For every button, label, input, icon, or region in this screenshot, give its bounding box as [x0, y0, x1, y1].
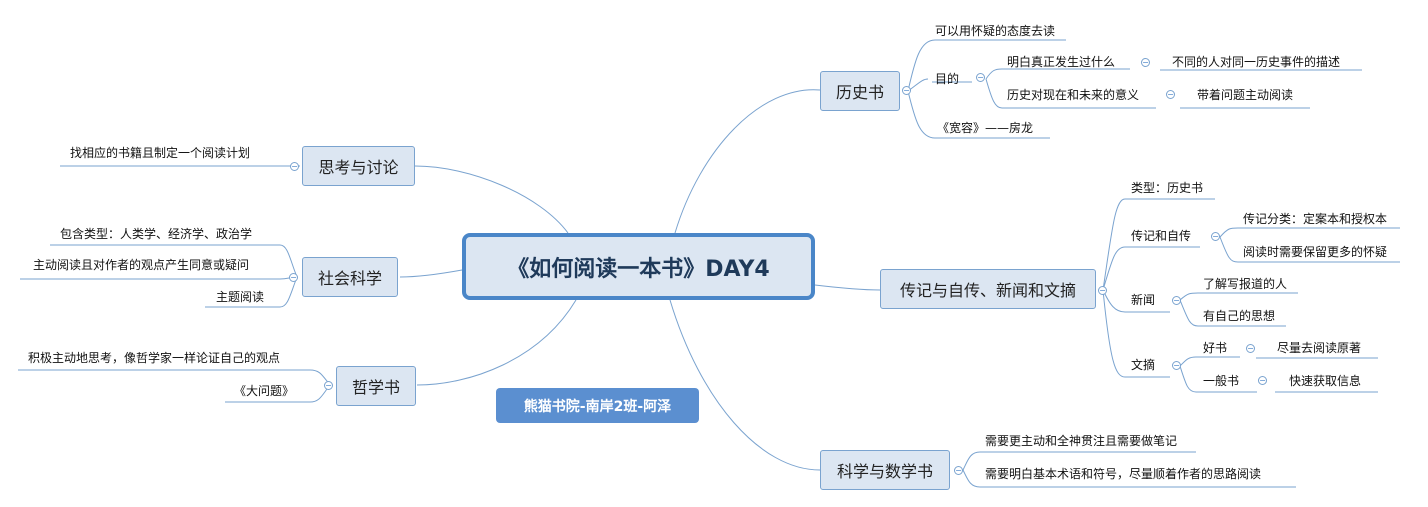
purpose-meaning[interactable]: 历史对现在和未来的意义	[1007, 88, 1139, 102]
topic-science-math[interactable]: 科学与数学书	[820, 450, 950, 490]
news-know-reporter[interactable]: 了解写报道的人	[1203, 277, 1287, 291]
thinking-reading-plan[interactable]: 找相应的书籍且制定一个阅读计划	[70, 146, 250, 160]
collapse-toggle-social[interactable]: −	[289, 273, 298, 282]
science-understand-terms[interactable]: 需要明白基本术语和符号，尽量顺着作者的思路阅读	[985, 467, 1261, 481]
collapse-toggle-news[interactable]: −	[1172, 296, 1181, 305]
topic-philosophy[interactable]: 哲学书	[336, 366, 416, 406]
topic-thinking-discussion[interactable]: 思考与讨论	[302, 146, 415, 186]
history-purpose[interactable]: 目的	[935, 72, 959, 86]
news-own-thoughts[interactable]: 有自己的思想	[1203, 309, 1275, 323]
collapse-toggle-digest[interactable]: −	[1172, 361, 1181, 370]
history-example-book[interactable]: 《宽容》——房龙	[937, 121, 1033, 135]
philosophy-big-questions[interactable]: 《大问题》	[234, 384, 294, 398]
collapse-toggle-history[interactable]: −	[902, 86, 911, 95]
central-topic[interactable]: 《如何阅读一本书》DAY4	[462, 233, 815, 300]
bio-skepticism[interactable]: 阅读时需要保留更多的怀疑	[1243, 245, 1387, 259]
collapse-toggle-purpose-1[interactable]: −	[1141, 58, 1150, 67]
history-attitude[interactable]: 可以用怀疑的态度去读	[935, 24, 1055, 38]
social-agree-or-question[interactable]: 主动阅读且对作者的观点产生同意或疑问	[33, 258, 249, 272]
collapse-toggle-philosophy[interactable]: −	[324, 381, 333, 390]
science-take-notes[interactable]: 需要更主动和全神贯注且需要做笔记	[985, 434, 1177, 448]
biography-digest[interactable]: 文摘	[1131, 358, 1155, 372]
good-read-original[interactable]: 尽量去阅读原著	[1277, 341, 1361, 355]
social-types[interactable]: 包含类型：人类学、经济学、政治学	[60, 227, 252, 241]
social-syntopical-reading[interactable]: 主题阅读	[216, 290, 264, 304]
philosophy-think-actively[interactable]: 积极主动地思考，像哲学家一样论证自己的观点	[28, 351, 280, 365]
topic-biography-news-digest[interactable]: 传记与自传、新闻和文摘	[880, 269, 1096, 309]
purpose-active-reading[interactable]: 带着问题主动阅读	[1197, 88, 1293, 102]
collapse-toggle-thinking[interactable]: −	[290, 162, 299, 171]
topic-social-science[interactable]: 社会科学	[302, 257, 398, 297]
normal-quick-info[interactable]: 快速获取信息	[1289, 374, 1361, 388]
bio-classification[interactable]: 传记分类：定案本和授权本	[1243, 212, 1387, 226]
collapse-toggle-good[interactable]: −	[1246, 344, 1255, 353]
biography-bio[interactable]: 传记和自传	[1131, 229, 1191, 243]
collapse-toggle-bio[interactable]: −	[1211, 232, 1220, 241]
biography-news[interactable]: 新闻	[1131, 293, 1155, 307]
collapse-toggle-purpose[interactable]: −	[976, 73, 985, 82]
digest-good-book[interactable]: 好书	[1203, 341, 1227, 355]
author-badge: 熊猫书院-南岸2班-阿泽	[496, 388, 699, 423]
collapse-toggle-science[interactable]: −	[954, 466, 963, 475]
collapse-toggle-purpose-2[interactable]: −	[1166, 90, 1175, 99]
purpose-what-happened[interactable]: 明白真正发生过什么	[1007, 55, 1115, 69]
digest-normal-book[interactable]: 一般书	[1203, 374, 1239, 388]
collapse-toggle-biography[interactable]: −	[1098, 286, 1107, 295]
collapse-toggle-normal[interactable]: −	[1258, 376, 1267, 385]
biography-type[interactable]: 类型：历史书	[1131, 181, 1203, 195]
purpose-different-descriptions[interactable]: 不同的人对同一历史事件的描述	[1172, 55, 1340, 69]
topic-history-books[interactable]: 历史书	[820, 71, 900, 111]
